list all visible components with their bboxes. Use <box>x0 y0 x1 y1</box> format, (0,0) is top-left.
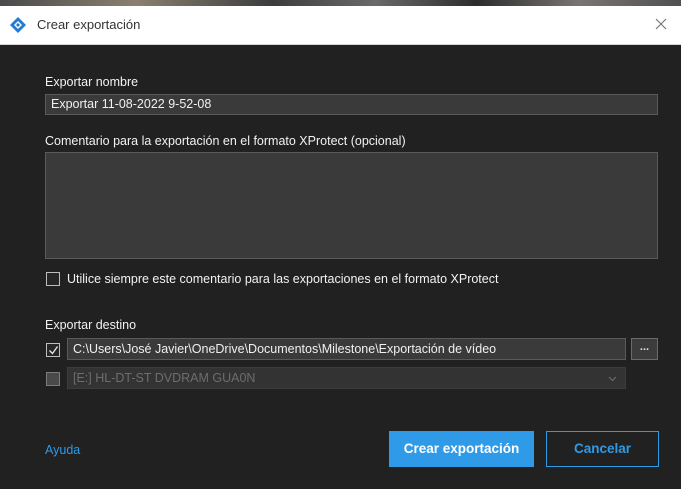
cancel-button[interactable]: Cancelar <box>546 431 659 467</box>
export-name-label: Exportar nombre <box>45 75 139 89</box>
dvd-drive-checkbox[interactable] <box>46 372 60 386</box>
always-use-comment-label: Utilice siempre este comentario para las… <box>67 272 499 286</box>
title-bar: Crear exportación <box>0 6 681 45</box>
create-export-button[interactable]: Crear exportación <box>389 431 534 467</box>
export-name-input[interactable]: Exportar 11-08-2022 9-52-08 <box>45 94 658 115</box>
chevron-down-icon <box>608 376 617 382</box>
window-title: Crear exportación <box>37 17 141 32</box>
dvd-drive-select[interactable]: [E:] HL-DT-ST DVDRAM GUA0N <box>67 367 626 389</box>
help-link[interactable]: Ayuda <box>45 443 80 457</box>
checkmark-icon <box>49 346 59 355</box>
browse-button[interactable]: ... <box>631 338 658 360</box>
destination-folder-checkbox[interactable] <box>46 343 60 357</box>
always-use-comment-checkbox[interactable] <box>46 272 60 286</box>
dvd-drive-label: [E:] HL-DT-ST DVDRAM GUA0N <box>73 371 256 385</box>
destination-label: Exportar destino <box>45 318 137 332</box>
comment-label: Comentario para la exportación en el for… <box>45 134 406 148</box>
milestone-diamond-icon <box>10 17 26 33</box>
destination-path-input[interactable]: C:\Users\José Javier\OneDrive\Documentos… <box>67 338 626 360</box>
close-icon[interactable] <box>651 14 671 34</box>
comment-textarea[interactable] <box>45 152 658 259</box>
